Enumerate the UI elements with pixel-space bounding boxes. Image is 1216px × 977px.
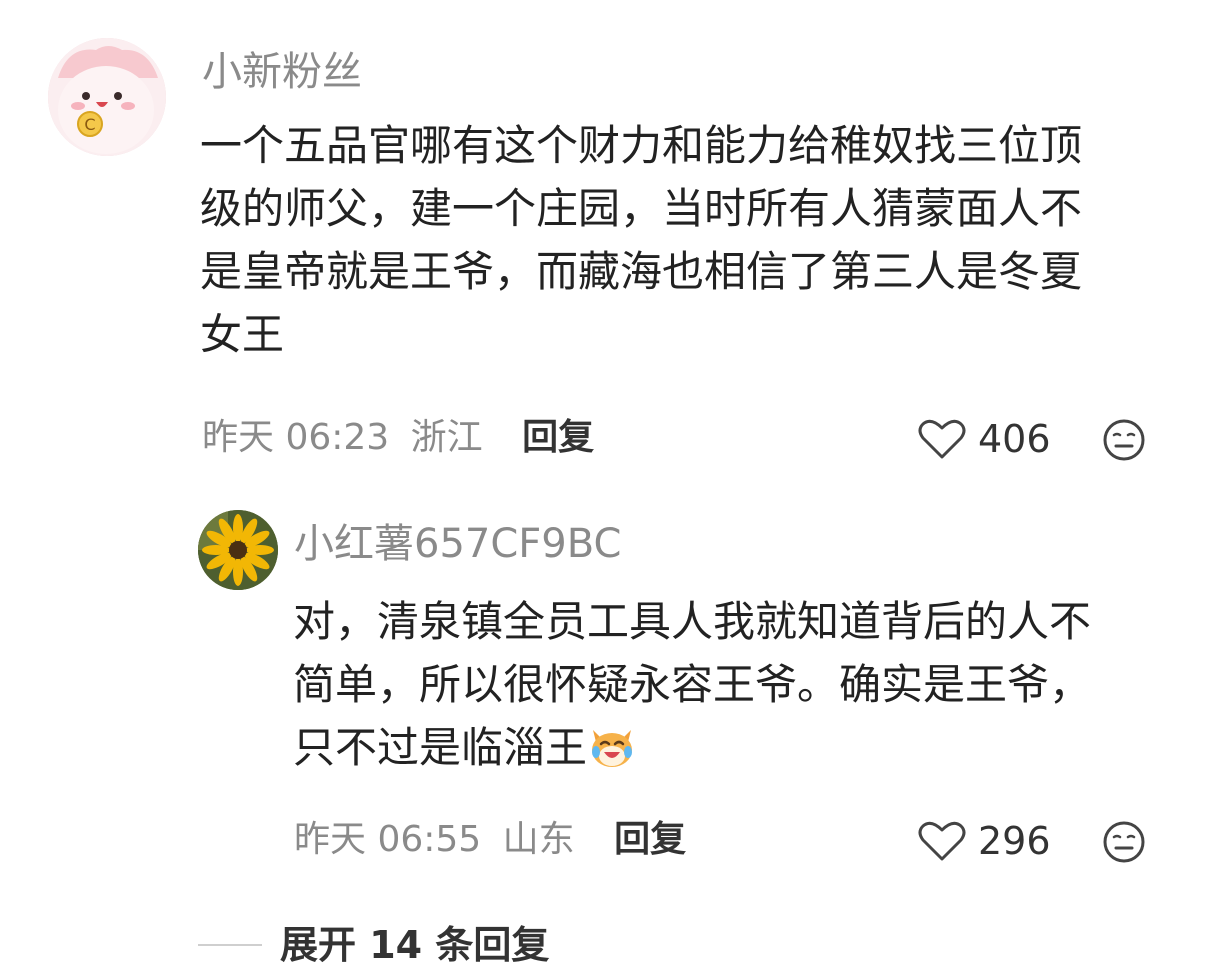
heart-outline-icon	[918, 821, 966, 861]
sunflower-avatar-icon[interactable]	[198, 510, 278, 590]
comment-body-line: 是皇帝就是王爷，而藏海也相信了第三人是冬夏	[200, 247, 1083, 296]
comment-meta: 昨天 06:23 浙江 回复	[202, 420, 604, 456]
reply-body-line: 只不过是临淄王	[293, 716, 1163, 779]
like-count: 406	[978, 417, 1051, 461]
reply-time: 昨天 06:55	[294, 819, 482, 860]
comment-username[interactable]: 小新粉丝	[202, 52, 362, 92]
reply-username[interactable]: 小红薯657CF9BC	[294, 524, 621, 564]
laughing-cat-emoji	[592, 730, 633, 767]
comment-body-line: 一个五品官哪有这个财力和能力给稚奴找三位顶	[200, 121, 1083, 170]
comment-body-line: 女王	[200, 310, 285, 359]
like-count: 296	[978, 819, 1051, 863]
like-button[interactable]: 296	[918, 820, 1051, 862]
neutral-face-icon[interactable]	[1102, 820, 1146, 864]
comment-time: 昨天 06:23	[202, 417, 390, 458]
reply-location: 山东	[502, 819, 575, 860]
expand-replies-button[interactable]: 展开 14 条回复	[280, 926, 549, 964]
reply-body: 对，清泉镇全员工具人我就知道背后的人不 简单，所以很怀疑永容王爷。确实是王爷， …	[293, 590, 1163, 779]
comment-body: 一个五品官哪有这个财力和能力给稚奴找三位顶 级的师父，建一个庄园，当时所有人猜蒙…	[200, 114, 1160, 366]
expand-divider	[198, 944, 262, 946]
reply-body-line: 对，清泉镇全员工具人我就知道背后的人不	[293, 597, 1092, 646]
neutral-face-icon[interactable]	[1102, 418, 1146, 462]
reply-button[interactable]: 回复	[614, 819, 686, 860]
reply-body-line: 简单，所以很怀疑永容王爷。确实是王爷，	[293, 660, 1092, 709]
like-button[interactable]: 406	[918, 418, 1051, 460]
reply-body-line-text: 只不过是临淄王	[293, 723, 588, 772]
comment-location: 浙江	[410, 417, 483, 458]
reply-meta: 昨天 06:55 山东 回复	[294, 822, 696, 858]
reply-button[interactable]: 回复	[522, 417, 594, 458]
svg-text:C: C	[84, 115, 95, 134]
comment-body-line: 级的师父，建一个庄园，当时所有人猜蒙面人不	[200, 184, 1083, 233]
cartoon-avatar-icon[interactable]: C	[48, 38, 166, 156]
heart-outline-icon	[918, 419, 966, 459]
